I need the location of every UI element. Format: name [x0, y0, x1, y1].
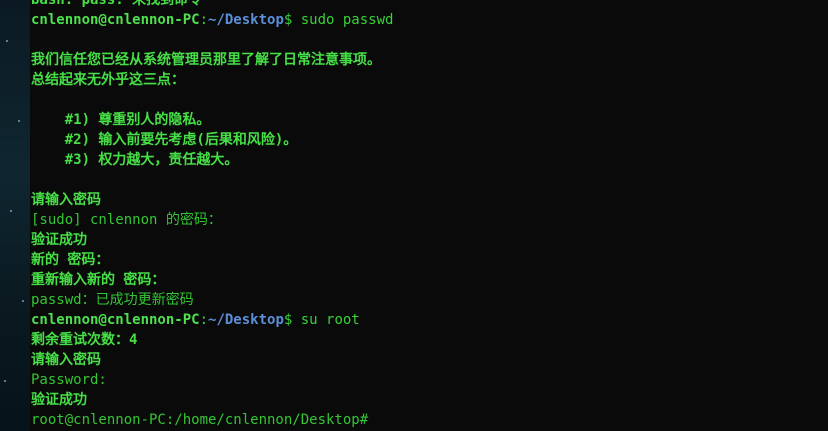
output-line: bash: pass: 未找到命令: [31, 0, 203, 8]
prompt-command: $ su root: [283, 312, 360, 328]
desktop-background: [0, 0, 30, 431]
output-line: #3) 权力越大，责任越大。: [31, 152, 239, 168]
output-line: 验证成功: [31, 232, 87, 248]
output-line: 新的 密码：: [31, 252, 110, 268]
root-prompt-line[interactable]: root@cnlennon-PC:/home/cnlennon/Desktop#: [31, 410, 828, 430]
terminal-output: bash: pass: 未找到命令 cnlennon@cnlennon-PC:~…: [31, 0, 828, 430]
prompt-separator: :: [199, 12, 209, 28]
output-line: #1) 尊重别人的隐私。: [31, 112, 211, 128]
prompt-user-host: cnlennon@cnlennon-PC: [31, 12, 200, 28]
prompt-command: $ sudo passwd: [283, 12, 394, 28]
output-line: 总结起来无外乎这三点：: [31, 72, 185, 88]
output-line: #2) 输入前要先考虑(后果和风险)。: [31, 132, 298, 148]
prompt-path: ~/Desktop: [208, 312, 284, 328]
output-line: 重新输入新的 密码：: [31, 272, 166, 288]
output-line: Password:: [31, 372, 107, 388]
prompt-path: ~/Desktop: [208, 12, 284, 28]
output-line: [sudo] cnlennon 的密码：: [31, 212, 222, 228]
output-line: 验证成功: [31, 392, 87, 408]
star-dot: [10, 210, 12, 212]
output-line: 剩余重试次数：4: [31, 332, 138, 348]
prompt-line: cnlennon@cnlennon-PC:~/Desktop$ sudo pas…: [31, 10, 828, 30]
output-line: 我们信任您已经从系统管理员那里了解了日常注意事项。: [31, 52, 381, 68]
output-line: 请输入密码: [31, 352, 101, 368]
star-dot: [22, 300, 24, 302]
screen: bash: pass: 未找到命令 cnlennon@cnlennon-PC:~…: [0, 0, 828, 431]
prompt-separator: :: [199, 312, 209, 328]
output-line: passwd：已成功更新密码: [31, 292, 194, 308]
star-dot: [18, 120, 20, 122]
output-line: 请输入密码: [31, 192, 101, 208]
prompt-user-host: cnlennon@cnlennon-PC: [31, 312, 200, 328]
star-dot: [4, 380, 6, 382]
terminal-window[interactable]: bash: pass: 未找到命令 cnlennon@cnlennon-PC:~…: [30, 0, 828, 431]
star-dot: [6, 40, 8, 42]
prompt-line: cnlennon@cnlennon-PC:~/Desktop$ su root: [31, 310, 828, 330]
